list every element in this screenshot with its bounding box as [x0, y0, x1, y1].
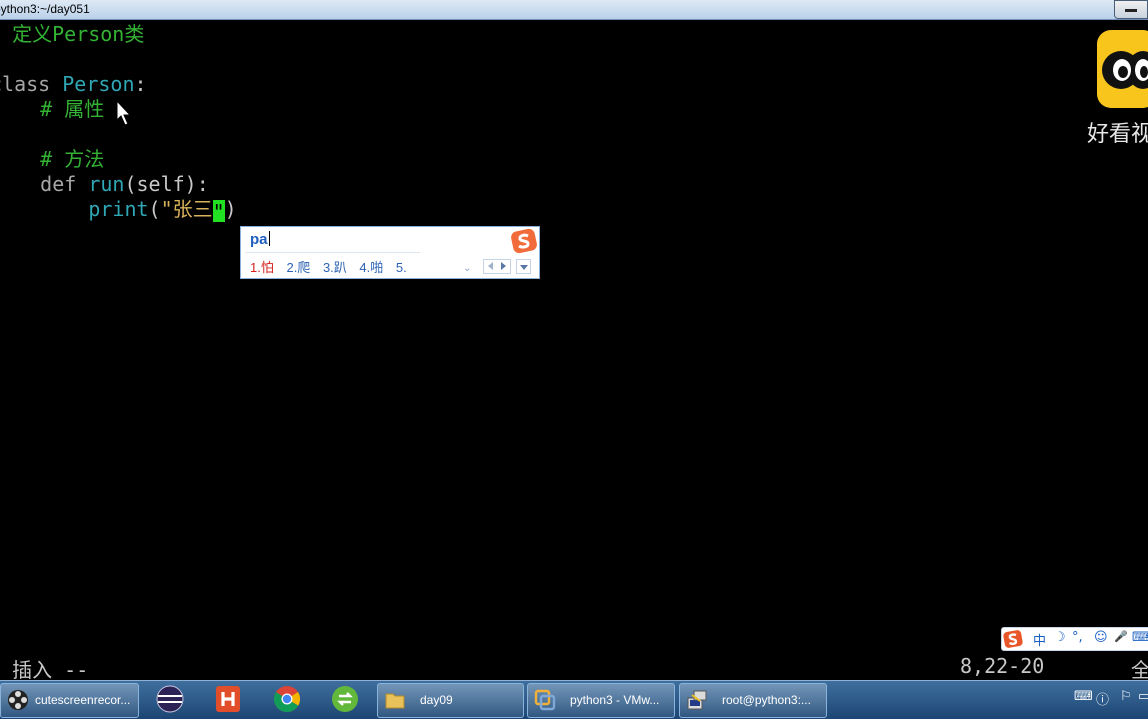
code-token: "张三: [160, 197, 213, 221]
ime-candidate[interactable]: 4.啪: [359, 260, 383, 275]
window-title: python3:~/day051: [0, 2, 90, 16]
code-line: class Person:: [0, 72, 147, 97]
hbuilder-icon[interactable]: [214, 684, 242, 714]
ime-menu-button[interactable]: [516, 259, 531, 274]
taskbar-button-day09[interactable]: day09: [377, 683, 524, 718]
putty-terminal-icon: [687, 690, 707, 710]
ime-candidate[interactable]: 3.趴: [323, 260, 347, 275]
code-line: # 定义Person类: [0, 22, 144, 47]
sync-app-icon[interactable]: [331, 684, 359, 714]
ime-separator: [245, 252, 420, 253]
mouse-pointer-icon: [116, 100, 132, 126]
taskbar-button-label: day09: [420, 693, 453, 707]
code-line: # 方法: [0, 147, 104, 172]
taskbar-button-vmware[interactable]: python3 - VMw...: [527, 683, 675, 718]
code-token: run: [88, 172, 125, 196]
sogou-logo-icon: [511, 228, 537, 254]
code-token: (self):: [124, 172, 209, 196]
cursor-position: 8,22-20: [960, 654, 1045, 678]
network-icon[interactable]: ⚐: [1120, 689, 1132, 704]
code-token: # 定义Person类: [0, 22, 145, 46]
emoji-icon[interactable]: ☺: [1094, 630, 1108, 645]
chrome-icon[interactable]: [273, 684, 301, 714]
film-reel-icon: [8, 690, 28, 710]
code-token: :: [134, 72, 147, 96]
ime-expand-icon[interactable]: ⌄: [463, 263, 471, 274]
code-token: (: [148, 197, 161, 221]
code-token: class: [0, 72, 51, 96]
watermark-logo-icon: [1097, 30, 1148, 108]
window-title-bar[interactable]: python3:~/day051: [0, 0, 1148, 20]
scroll-percent: 全部: [1131, 658, 1148, 682]
minimize-button[interactable]: [1114, 0, 1148, 19]
watermark-text: 好看视频: [1087, 122, 1148, 147]
vim-mode-indicator: -- 插入 --: [0, 658, 89, 682]
code-token: print: [88, 197, 149, 221]
terminal-area[interactable]: # 定义Person类 class Person: # 属性 # 方法 def r…: [0, 20, 1148, 680]
ime-toolbar[interactable]: 中 ☽ °, ☺ 🎤 ⌨: [1001, 627, 1148, 651]
code-line: def run(self):: [0, 172, 209, 197]
keyboard-icon[interactable]: ⌨: [1132, 630, 1148, 645]
code-line: # 属性: [0, 97, 104, 122]
code-token: # 方法: [40, 147, 105, 171]
ime-candidate[interactable]: 1.怕: [250, 260, 274, 275]
eclipse-icon[interactable]: [156, 684, 184, 714]
taskbar-button-label: python3 - VMw...: [570, 693, 660, 707]
ime-candidate[interactable]: 2.爬: [286, 260, 310, 275]
vmware-icon: [534, 689, 556, 711]
taskbar-button-cutescreen[interactable]: cutescreenrecor...: [0, 683, 139, 718]
code-token: def: [40, 172, 89, 196]
ime-candidate-window[interactable]: pa 1.怕 2.爬 3.趴 4.啪 5. ⌄: [240, 226, 540, 279]
text-cursor: ": [212, 200, 225, 224]
system-tray: ⌨ ⓘ ⚐ ▭: [1074, 689, 1148, 711]
taskbar: cutescreenrecor... day09 python3 - VMw..…: [0, 680, 1148, 719]
sogou-toolbar-icon[interactable]: [1003, 629, 1023, 649]
punctuation-icon[interactable]: °,: [1072, 630, 1083, 645]
folder-icon: [385, 693, 405, 709]
ime-candidate-list: 1.怕 2.爬 3.趴 4.啪 5.: [250, 257, 416, 276]
moon-icon[interactable]: ☽: [1054, 630, 1066, 645]
help-icon[interactable]: ⓘ: [1096, 689, 1109, 708]
ime-page-nav[interactable]: [483, 259, 511, 274]
taskbar-button-label: cutescreenrecor...: [35, 693, 131, 707]
keyboard-tray-icon[interactable]: ⌨: [1074, 689, 1093, 704]
ime-composition-text: pa: [250, 231, 268, 248]
code-line: print("张三"): [0, 197, 237, 224]
code-token: Person: [62, 72, 135, 96]
ime-mode-chinese[interactable]: 中: [1033, 630, 1046, 649]
ime-candidate[interactable]: 5.: [396, 260, 407, 275]
monitor-icon[interactable]: ▭: [1138, 689, 1148, 704]
code-token: ): [224, 197, 237, 221]
taskbar-button-label: root@python3:...: [722, 693, 811, 707]
taskbar-button-terminal[interactable]: root@python3:...: [679, 683, 827, 718]
microphone-icon[interactable]: 🎤: [1114, 630, 1128, 643]
code-token: # 属性: [40, 97, 105, 121]
